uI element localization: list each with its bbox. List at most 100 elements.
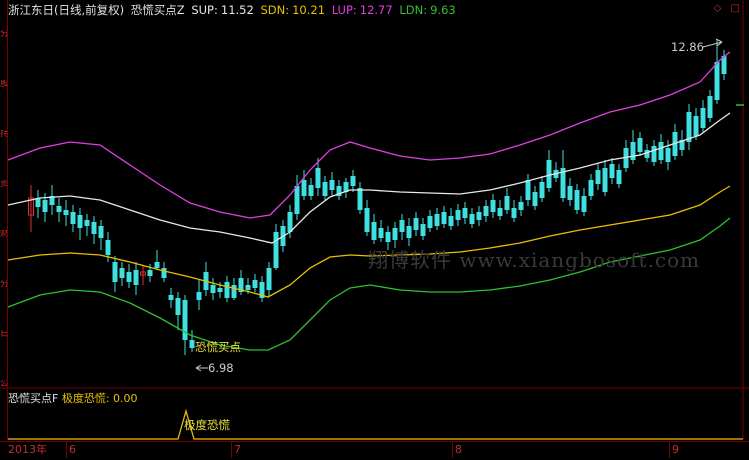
candle-body — [315, 168, 321, 188]
candle-body — [98, 226, 104, 238]
candle-body — [364, 208, 370, 232]
axis-tick-9 — [669, 442, 670, 458]
axis-tick-7 — [231, 442, 232, 458]
candle-body — [441, 212, 447, 224]
candle-body — [637, 138, 643, 152]
candle-body — [224, 282, 230, 298]
panic-line — [8, 408, 743, 440]
candle-body — [581, 196, 587, 212]
candle-body — [182, 300, 188, 340]
candle-body — [42, 200, 48, 212]
candle-body — [392, 228, 398, 240]
candle-body — [693, 116, 699, 136]
candle-body — [483, 206, 489, 216]
candle-body — [665, 148, 671, 162]
candle-body — [651, 146, 657, 162]
candle-body — [217, 288, 223, 292]
candle-body — [308, 185, 314, 196]
candle-body — [133, 270, 139, 285]
axis-year-label: 2013年 — [8, 443, 47, 456]
candle-body — [455, 210, 461, 220]
candle-body — [539, 182, 545, 198]
candle-body — [266, 268, 272, 290]
candle-body — [602, 168, 608, 192]
candle-body — [714, 62, 720, 100]
axis-month-9: 9 — [672, 443, 679, 456]
candle-body — [434, 214, 440, 226]
candle-body — [252, 280, 258, 288]
candle-body — [630, 142, 636, 160]
axis-month-7: 7 — [234, 443, 241, 456]
candle-body — [399, 220, 405, 232]
candle-body — [658, 142, 664, 160]
candle-body — [322, 182, 328, 196]
candle-body — [490, 200, 496, 212]
lup-line — [7, 51, 731, 219]
candle-body — [119, 268, 125, 278]
candle-body — [357, 188, 363, 210]
candle-body — [532, 192, 538, 206]
low-arrow-icon — [195, 364, 208, 372]
candle-body — [518, 202, 524, 210]
candle-body — [350, 176, 356, 186]
candle-body — [609, 164, 615, 178]
candle-body — [329, 180, 335, 190]
buy-point-label: 恐慌买点 — [195, 340, 241, 354]
candle-body — [525, 180, 531, 200]
candle-body — [700, 108, 706, 128]
candle-body — [462, 208, 468, 218]
price-chart — [0, 0, 749, 440]
candle-body — [448, 216, 454, 226]
candle-body — [595, 170, 601, 184]
candle-body — [385, 232, 391, 242]
candle-body — [371, 222, 377, 240]
candle-body — [273, 232, 279, 268]
candle-body — [588, 180, 594, 196]
candle-body — [91, 222, 97, 234]
candle-body — [245, 285, 251, 290]
candle-body — [70, 212, 76, 224]
high-arrow-icon — [702, 38, 723, 48]
candle-body — [189, 340, 195, 348]
candle-body — [63, 210, 69, 215]
candle-body — [112, 262, 118, 282]
candle-body — [511, 208, 517, 218]
candle-body — [294, 186, 300, 214]
panic-series-label: 极度恐慌: — [61, 392, 110, 405]
ldn-line — [7, 217, 731, 351]
panic-series-value: 0.00 — [113, 392, 138, 405]
candle-body — [126, 272, 132, 282]
axis-tick-6 — [66, 442, 67, 458]
candle-body — [413, 218, 419, 230]
candle-body — [420, 224, 426, 236]
axis-month-8: 8 — [455, 443, 462, 456]
candle-body — [427, 216, 433, 228]
candle-body — [378, 228, 384, 238]
high-value-label: 12.86 — [671, 40, 704, 54]
candle-body — [469, 214, 475, 224]
date-axis: 2013年 6 7 8 9 — [0, 441, 749, 460]
candle-body — [616, 170, 622, 184]
sub-panel-header: 恐慌买点F 极度恐慌: 0.00 — [8, 392, 138, 406]
candle-body — [406, 226, 412, 238]
watermark-text: 翔博软件 www.xiangbosoft.com — [368, 248, 701, 272]
candle-body — [175, 298, 181, 315]
axis-month-6: 6 — [69, 443, 76, 456]
low-value-label: 6.98 — [208, 361, 234, 375]
candle-body — [497, 208, 503, 216]
candle-body — [56, 206, 62, 212]
candle-body — [105, 240, 111, 255]
sub-indicator-name[interactable]: 恐慌买点F — [8, 392, 58, 405]
candle-body — [546, 160, 552, 188]
panic-label: 极度恐慌 — [184, 418, 230, 432]
candle-body — [574, 190, 580, 210]
candle-body — [77, 215, 83, 228]
candle-body — [287, 212, 293, 232]
candle-body — [231, 285, 237, 298]
candle-body — [476, 212, 482, 220]
axis-tick-8 — [452, 442, 453, 458]
candles-group — [28, 40, 727, 355]
candle-body — [84, 220, 90, 226]
candle-body — [504, 196, 510, 210]
candle-body — [154, 262, 160, 268]
